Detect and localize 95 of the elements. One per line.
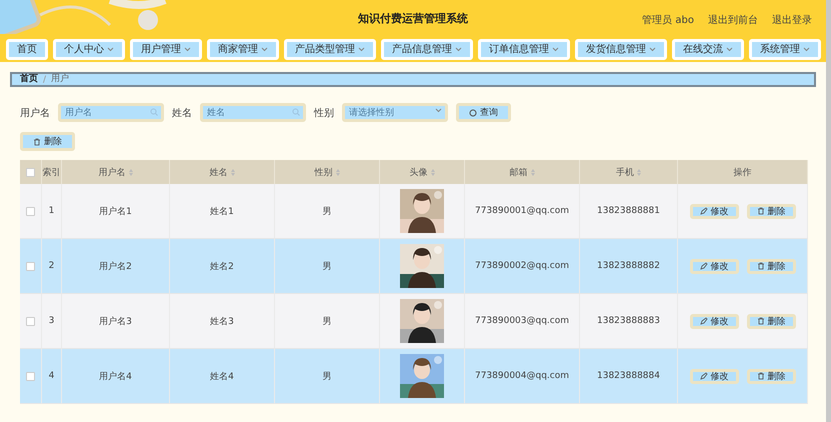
trash-icon	[756, 262, 764, 270]
column-header: 索引	[42, 160, 62, 184]
sort-icon	[230, 168, 234, 176]
table-cell-text: 姓名2	[210, 260, 234, 272]
nav-menu-button[interactable]: 订单信息管理	[478, 38, 570, 60]
caret-icon	[803, 46, 810, 52]
table-cell-text: 姓名1	[210, 206, 234, 218]
trash-icon	[33, 138, 41, 146]
column-header[interactable]: 用户名	[62, 160, 170, 184]
nav-menu-button[interactable]: 发货信息管理	[575, 38, 667, 60]
table-cell: 773890002@qq.com	[474, 261, 570, 271]
caret-icon	[455, 46, 462, 52]
caret-icon	[726, 46, 733, 52]
app-title: 知识付费运营管理系统	[358, 10, 468, 26]
table-cell-text: 男	[322, 206, 332, 218]
search-field[interactable]: 姓名	[200, 103, 306, 122]
row-checkbox[interactable]	[26, 262, 35, 270]
delete-button[interactable]: 删除	[20, 132, 75, 151]
table-cell: 3	[48, 316, 54, 326]
column-header[interactable]: 头像	[380, 160, 465, 184]
nav-menu-button[interactable]: 个人中心	[53, 38, 125, 60]
sort-icon	[430, 168, 434, 176]
select-all-checkbox[interactable]	[26, 168, 35, 176]
nav-menu-button[interactable]: 首页	[6, 38, 48, 60]
caret-icon	[107, 46, 114, 52]
pencil-icon	[700, 262, 708, 270]
nav-menu-button[interactable]: 在线交流	[672, 38, 744, 60]
edit-button[interactable]: 修改	[690, 258, 738, 274]
sort-icon	[128, 168, 132, 176]
table-cell: 2	[48, 261, 54, 271]
trash-icon	[756, 372, 764, 380]
sort-icon	[530, 168, 534, 176]
breadcrumb-separator: /	[43, 74, 46, 84]
column-header[interactable]: 手机	[580, 160, 678, 184]
table-cell-text: 男	[322, 316, 332, 328]
row-checkbox[interactable]	[26, 206, 35, 216]
table-cell-text: 男	[322, 370, 332, 382]
table-cell-text: 男	[322, 260, 332, 272]
pencil-icon	[700, 207, 708, 215]
trash-icon	[756, 207, 764, 215]
header-link[interactable]: 退出到前台	[708, 13, 758, 27]
delete-button[interactable]: 删除	[746, 314, 796, 328]
table-cell: 13823888882	[597, 261, 660, 271]
nav-menu-button[interactable]: 用户管理	[130, 38, 202, 60]
column-header[interactable]: 姓名	[170, 160, 275, 184]
table-cell: 13823888881	[597, 206, 660, 216]
edit-button[interactable]: 修改	[690, 204, 738, 218]
nav-menu-button[interactable]: 系统管理	[749, 38, 821, 60]
table-cell-text: 姓名4	[210, 370, 234, 382]
table-cell-text: 用户名4	[99, 370, 132, 382]
caret-icon	[552, 46, 559, 52]
nav-menu-button[interactable]: 商家管理	[207, 38, 279, 60]
table-cell-text: 用户名2	[99, 260, 132, 272]
table-cell: 13823888883	[597, 316, 660, 326]
table-cell-text: 姓名3	[210, 316, 234, 328]
column-header[interactable]: 邮箱	[465, 160, 580, 184]
table-cell: 773890004@qq.com	[474, 371, 570, 381]
table-cell: 1	[48, 206, 54, 216]
query-button[interactable]: 查询	[456, 103, 511, 122]
row-checkbox[interactable]	[26, 316, 35, 326]
sort-icon	[336, 168, 340, 176]
edit-button[interactable]: 修改	[690, 314, 738, 328]
pencil-icon	[700, 317, 708, 325]
breadcrumb-item[interactable]: 首页	[20, 75, 38, 84]
header-link[interactable]: 退出登录	[772, 13, 812, 27]
field-label: 用户名	[20, 106, 50, 120]
breadcrumb-item[interactable]: 用户	[51, 75, 70, 84]
caret-icon	[184, 46, 191, 52]
caret-icon	[261, 46, 268, 52]
row-checkbox[interactable]	[26, 372, 35, 380]
table-cell-text: 用户名3	[99, 316, 132, 328]
table-cell: 773890003@qq.com	[474, 316, 570, 326]
table-cell: 773890001@qq.com	[474, 206, 570, 216]
field-label: 姓名	[172, 106, 192, 120]
select-field[interactable]: 请选择性别	[342, 103, 448, 122]
column-header: 操作	[678, 160, 808, 184]
caret-icon	[435, 108, 442, 113]
edit-button[interactable]: 修改	[690, 368, 738, 384]
admin-user: 管理员 abo	[642, 14, 694, 27]
table-cell: 4	[48, 371, 54, 381]
pencil-icon	[700, 372, 708, 380]
caret-icon	[649, 46, 656, 52]
nav-menu-button[interactable]: 产品类型管理	[284, 38, 376, 60]
table-cell: 13823888884	[597, 371, 660, 381]
caret-icon	[358, 46, 365, 52]
delete-button[interactable]: 删除	[746, 258, 796, 274]
field-label: 性别	[314, 106, 334, 120]
trash-icon	[756, 317, 764, 325]
delete-button[interactable]: 删除	[746, 368, 796, 384]
sort-icon	[637, 168, 641, 176]
column-header[interactable]: 性别	[275, 160, 380, 184]
search-field[interactable]: 用户名	[58, 103, 164, 122]
table-cell-text: 用户名1	[99, 206, 132, 218]
delete-button[interactable]: 删除	[746, 204, 796, 218]
nav-menu-button[interactable]: 产品信息管理	[381, 38, 473, 60]
